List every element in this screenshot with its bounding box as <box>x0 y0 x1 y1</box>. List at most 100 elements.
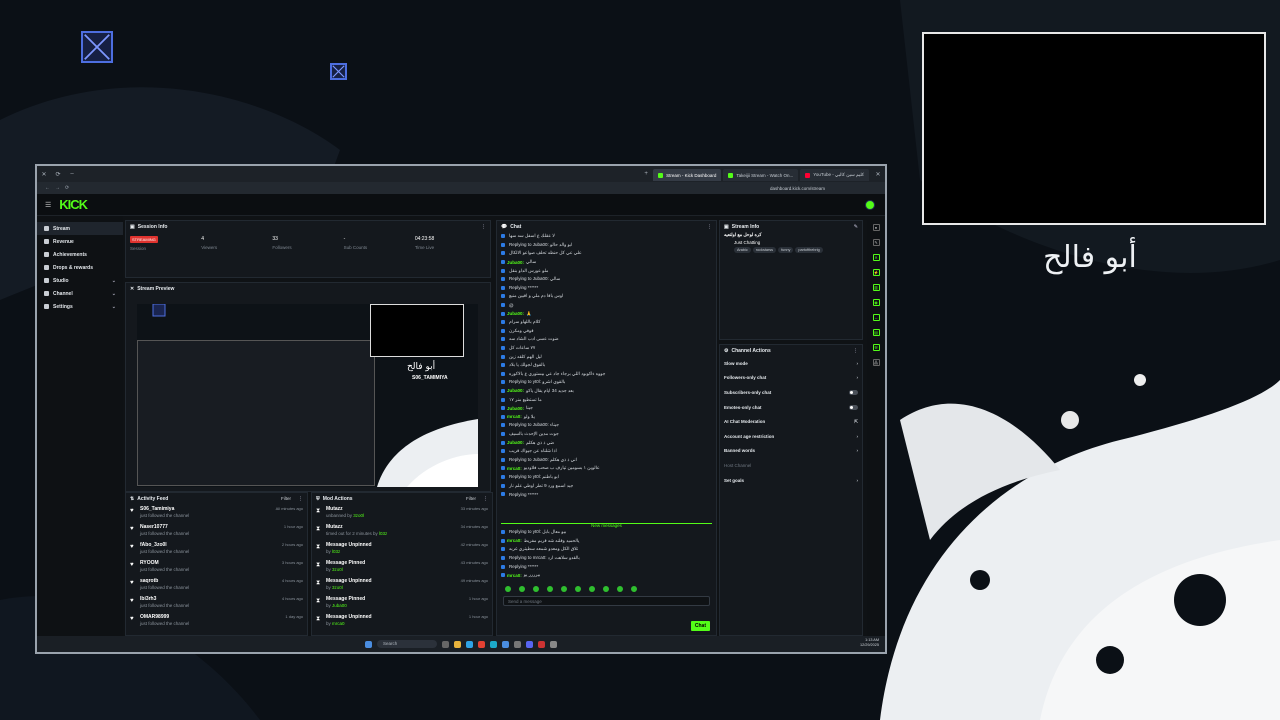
kick-logo[interactable]: KICK <box>59 197 88 212</box>
chat-message[interactable]: ملو عورس الداو بنقل <box>501 266 712 275</box>
stream-tag[interactable]: funny <box>778 247 794 253</box>
activity-filter-button[interactable]: Filter <box>281 496 291 501</box>
close-icon[interactable]: ✕ <box>130 286 134 292</box>
channel-action-account-age-restriction[interactable]: Account age restriction › <box>720 429 862 444</box>
chat-message[interactable]: اذا شلناه عن جيواك قريب <box>501 447 712 456</box>
channel-action-slow-mode[interactable]: Slow mode › <box>720 356 862 371</box>
sidebar-item-studio[interactable]: Studio ⌄ <box>37 274 123 287</box>
emote-icon[interactable] <box>589 586 595 592</box>
more-icon[interactable]: ⋮ <box>481 224 486 230</box>
channel-action-subscribers-only-chat[interactable]: Subscribers-only chat <box>720 385 862 400</box>
chat-message[interactable]: ضوت عسى ادب الشاد سه <box>501 335 712 344</box>
chat-message[interactable]: mrca0: بيرررر يو <box>501 571 712 580</box>
tab-youtube[interactable]: YouTube - كليم سين كالبي <box>800 169 869 181</box>
chat-message[interactable]: mrca0: عالوين ١ بسومين تيارف ب صحب فلاودي… <box>501 464 712 473</box>
channel-action-emotes-only-chat[interactable]: Emotes-only chat <box>720 400 862 415</box>
chat-username[interactable]: Juba00: <box>507 440 524 445</box>
toggle-switch[interactable] <box>849 404 858 410</box>
chat-message[interactable]: mrca0: يلا ولو <box>501 412 712 421</box>
back-icon[interactable]: ← <box>45 185 50 191</box>
chat-message[interactable]: Replying to yt0l: ابو باطنم <box>501 473 712 482</box>
chat-message[interactable]: Juba00: سالي <box>501 258 712 267</box>
bolt-icon[interactable]: ⚡ <box>872 269 880 276</box>
channel-action-ai-chat-moderation[interactable]: AI Chat Moderation ⇱ <box>720 414 862 429</box>
emote-icon[interactable] <box>575 586 581 592</box>
window-close-icon[interactable]: ✕ <box>871 171 885 178</box>
emote-icon[interactable] <box>533 586 539 592</box>
chat-message[interactable]: Replying to Juba00: جيناء <box>501 421 712 430</box>
obs-icon[interactable] <box>550 640 557 648</box>
emote-icon[interactable] <box>617 586 623 592</box>
browser-icon[interactable] <box>466 640 473 648</box>
people-icon[interactable]: ⁂ <box>872 359 880 366</box>
close-window-icon[interactable]: ✕ <box>37 171 51 178</box>
user-avatar[interactable] <box>865 200 875 210</box>
edit-icon[interactable]: ✎ <box>872 239 880 246</box>
chat-message[interactable]: جيد اسمع ورد 9 تطر اوطي علم نار <box>501 481 712 490</box>
channel-action-banned-words[interactable]: Banned words › <box>720 444 862 459</box>
emote-icon[interactable] <box>505 586 511 592</box>
toggle-switch[interactable] <box>849 389 858 395</box>
card-icon[interactable]: ▤ <box>872 329 880 336</box>
app-icon[interactable] <box>442 640 449 648</box>
sidebar-item-settings[interactable]: Settings ⌄ <box>37 300 123 313</box>
emote-icon[interactable] <box>519 586 525 592</box>
chat-message[interactable]: قوفي ومكرن <box>501 327 712 336</box>
chat-message[interactable]: Replying to mrca0: بالقدو سلاهت ارد <box>501 554 712 563</box>
chat-message[interactable]: اوس باقا دم ملي و اقبين منبع <box>501 292 712 301</box>
chat-message[interactable]: Juba00: ضي ذ ذي هكلم <box>501 438 712 447</box>
menu-icon[interactable]: ☰ <box>45 201 51 209</box>
chat-username[interactable]: Juba00: <box>507 388 524 393</box>
tab-kick-dashboard[interactable]: Stream - Kick Dashboard <box>653 169 722 181</box>
chat-send-button[interactable]: Chat <box>690 621 710 631</box>
stream-preview-video[interactable]: أبو فالح S06_TAMIMIYA <box>137 304 478 487</box>
chat-username[interactable]: mrca0: <box>507 414 522 419</box>
chat-message[interactable]: جوت مدين الإحدث بالسيف <box>501 430 712 439</box>
chat-message[interactable]: Replying to yt0l: بيو معال بابل <box>501 528 712 537</box>
chat-message[interactable]: بالفوق لجولك يا بلاد <box>501 361 712 370</box>
emote-icon[interactable] <box>547 586 553 592</box>
more-icon[interactable]: ⋮ <box>853 348 858 354</box>
sidebar-item-achievements[interactable]: Achievements <box>37 248 123 261</box>
store-icon[interactable] <box>502 640 509 648</box>
stream-tag[interactable]: rockstarss <box>752 247 777 253</box>
more-icon[interactable]: ⋮ <box>707 224 712 230</box>
pin-icon[interactable]: ● <box>872 224 880 231</box>
chat-message[interactable]: Juba00: بعد جديد 34 ايام يقال ياكو <box>501 387 712 396</box>
edge-icon[interactable] <box>490 640 497 648</box>
chat-message[interactable]: mrca0: يالحميد وقلنه شه قربم مفريط <box>501 537 712 546</box>
more-icon[interactable]: ⋮ <box>483 496 488 502</box>
mod-filter-button[interactable]: Filter <box>466 496 476 501</box>
emote-icon[interactable] <box>561 586 567 592</box>
chat-message[interactable]: جووه ءاكوبود اللي برجاء جاد عي بيستوري ع… <box>501 370 712 379</box>
chat-message[interactable]: Juba00: جينا <box>501 404 712 413</box>
resize-icon[interactable]: ↔ <box>872 314 880 321</box>
chat-message[interactable]: Replying ****** <box>501 562 712 571</box>
tab-stream-watch[interactable]: Takeijii Stream - Watch On... <box>723 169 799 181</box>
stream-tag[interactable]: Arabic <box>734 247 751 253</box>
minimize-icon[interactable]: – <box>65 171 79 177</box>
reload-icon[interactable]: ⟳ <box>65 185 69 191</box>
taskbar-search[interactable]: Search <box>377 640 437 648</box>
close-icon[interactable]: ✕ <box>872 254 880 261</box>
chat-username[interactable]: mrca0: <box>507 573 522 578</box>
new-tab-icon[interactable]: + <box>639 171 653 177</box>
sidebar-item-channel[interactable]: Channel ⌄ <box>37 287 123 300</box>
edit-icon[interactable]: ✎ <box>854 224 858 230</box>
chat-username[interactable]: mrca0: <box>507 466 522 471</box>
more-icon[interactable]: ⋮ <box>298 496 303 502</box>
chat-message[interactable]: ما تستطيع منر ١٧ <box>501 395 712 404</box>
channel-action-set-goals[interactable]: Set goals › <box>720 473 862 488</box>
sidebar-item-drops[interactable]: Drops & rewards <box>37 261 123 274</box>
url-field[interactable]: dashboard.kick.com/stream <box>770 186 825 191</box>
chat-message[interactable]: Replying ****** <box>501 284 712 293</box>
app-icon[interactable] <box>514 640 521 648</box>
sidebar-item-revenue[interactable]: Revenue <box>37 235 123 248</box>
chat-message[interactable]: علي عي كل حنظه تحلف صواعو الالكال <box>501 249 712 258</box>
chat-icon[interactable]: ◉ <box>872 299 880 306</box>
row-by-user[interactable]: 3zo0l <box>332 585 343 590</box>
chat-message[interactable]: Replying ****** <box>501 490 712 499</box>
trash-icon[interactable]: ▥ <box>872 284 880 291</box>
chat-message[interactable]: Replying to Juba00: سالي <box>501 275 712 284</box>
row-by-user[interactable]: mrca0 <box>332 621 345 626</box>
